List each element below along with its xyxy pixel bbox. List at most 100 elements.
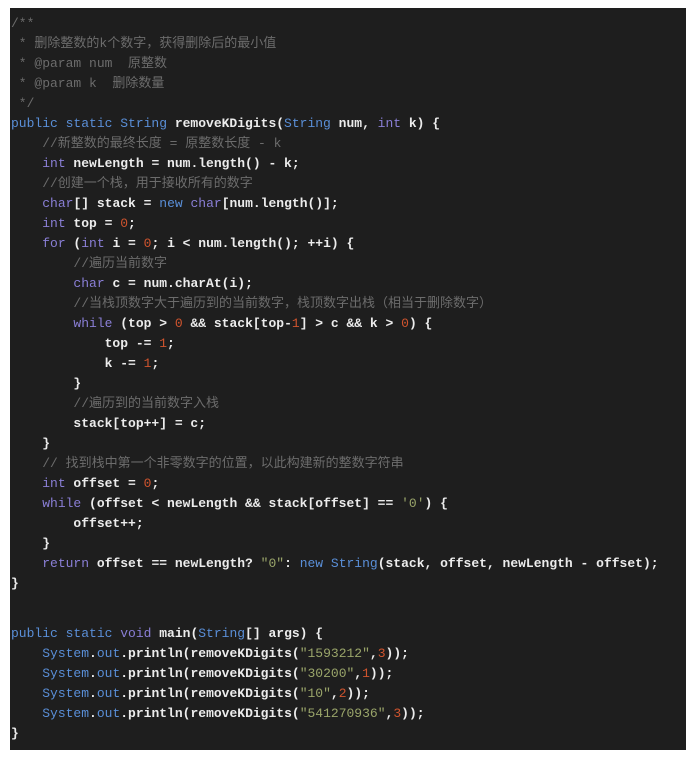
code-token: } bbox=[11, 536, 51, 551]
code-token: [] stack = bbox=[73, 196, 160, 211]
code-token: System bbox=[42, 706, 90, 721]
code-token: for bbox=[42, 236, 66, 251]
code-token: (offset < newLength && stack[offset] == bbox=[81, 496, 402, 511]
code-token: 1 bbox=[159, 336, 168, 351]
code-token: 3 bbox=[377, 646, 386, 661]
code-token: offset = bbox=[65, 476, 144, 491]
code-token: ; bbox=[128, 216, 136, 231]
code-token: /** bbox=[11, 16, 35, 31]
code-token: . bbox=[89, 706, 97, 721]
code-token: int bbox=[377, 116, 402, 131]
code-token: ; bbox=[151, 476, 160, 491]
code-token: out bbox=[96, 666, 121, 681]
code-line: k -= 1; bbox=[10, 354, 686, 374]
code-token: 0 bbox=[174, 316, 183, 331]
code-token: c = num.charAt(i); bbox=[104, 276, 253, 291]
code-token: } bbox=[11, 436, 51, 451]
code-token: main( bbox=[151, 626, 199, 641]
code-token: )); bbox=[385, 646, 409, 661]
code-line: //当栈顶数字大于遍历到的当前数字，栈顶数字出栈（相当于删除数字） bbox=[10, 294, 686, 314]
code-token: String bbox=[198, 626, 246, 641]
code-line: } bbox=[10, 534, 686, 554]
code-token: k) { bbox=[401, 116, 441, 131]
code-token: //创建一个栈，用于接收所有的数字 bbox=[11, 176, 253, 191]
code-token: //遍历当前数字 bbox=[11, 256, 168, 271]
code-token: )); bbox=[346, 686, 370, 701]
code-token: } bbox=[11, 376, 82, 391]
code-token: ] > c && k > bbox=[299, 316, 402, 331]
code-token: 3 bbox=[393, 706, 402, 721]
code-token: .println(removeKDigits( bbox=[120, 666, 300, 681]
code-line: //创建一个栈，用于接收所有的数字 bbox=[10, 174, 686, 194]
code-token: .println(removeKDigits( bbox=[120, 706, 300, 721]
code-token: .println(removeKDigits( bbox=[120, 686, 300, 701]
code-token: char bbox=[73, 276, 105, 291]
code-line: while (offset < newLength && stack[offse… bbox=[10, 494, 686, 514]
code-token: "541270936" bbox=[299, 706, 386, 721]
code-token: num, bbox=[330, 116, 378, 131]
code-line: char c = num.charAt(i); bbox=[10, 274, 686, 294]
code-line: System.out.println(removeKDigits("159321… bbox=[10, 644, 686, 664]
code-token: k -= bbox=[11, 356, 144, 371]
code-token: public static String bbox=[11, 116, 175, 131]
code-token: void bbox=[120, 626, 152, 641]
code-token: (top > bbox=[112, 316, 175, 331]
code-token: ; i < num.length(); ++i) { bbox=[151, 236, 355, 251]
code-token: )); bbox=[401, 706, 425, 721]
code-token: i = bbox=[104, 236, 144, 251]
code-token: int bbox=[42, 216, 66, 231]
code-block: /** * 删除整数的k个数字，获得删除后的最小值 * @param num 原… bbox=[10, 8, 686, 750]
code-token: newLength = num.length() - k; bbox=[65, 156, 300, 171]
code-token: [num.length()]; bbox=[221, 196, 339, 211]
code-line: //遍历到的当前数字入栈 bbox=[10, 394, 686, 414]
code-token: , bbox=[330, 686, 339, 701]
code-token: removeKDigits( bbox=[174, 116, 285, 131]
code-token: out bbox=[96, 646, 121, 661]
code-line: //新整数的最终长度 = 原整数长度 - k bbox=[10, 134, 686, 154]
code-token: ) { bbox=[424, 496, 448, 511]
code-token: )); bbox=[369, 666, 394, 681]
code-line: System.out.println(removeKDigits("30200"… bbox=[10, 664, 686, 684]
code-token: int bbox=[42, 476, 66, 491]
code-token: new bbox=[159, 196, 183, 211]
code-token: while bbox=[73, 316, 113, 331]
code-line: } bbox=[10, 374, 686, 394]
code-token: && stack[top- bbox=[182, 316, 292, 331]
code-token: return bbox=[42, 556, 90, 571]
code-token: out bbox=[96, 686, 121, 701]
code-token: * @param num 原整数 bbox=[11, 56, 168, 71]
code-token: , bbox=[369, 646, 378, 661]
code-token: public static bbox=[11, 626, 121, 641]
code-line: char[] stack = new char[num.length()]; bbox=[10, 194, 686, 214]
code-token: 1 bbox=[291, 316, 300, 331]
code-line: int offset = 0; bbox=[10, 474, 686, 494]
code-line: */ bbox=[10, 94, 686, 114]
code-token: //当栈顶数字大于遍历到的当前数字，栈顶数字出栈（相当于删除数字） bbox=[11, 296, 493, 311]
code-line: System.out.println(removeKDigits("10",2)… bbox=[10, 684, 686, 704]
code-token: ) { bbox=[408, 316, 433, 331]
code-line: /** bbox=[10, 14, 686, 34]
code-line: } bbox=[10, 574, 686, 594]
code-token: 1 bbox=[362, 666, 370, 681]
code-line: stack[top++] = c; bbox=[10, 414, 686, 434]
code-token: "10" bbox=[299, 686, 331, 701]
code-token: 0 bbox=[120, 216, 129, 231]
code-line: while (top > 0 && stack[top-1] > c && k … bbox=[10, 314, 686, 334]
code-token: } bbox=[11, 726, 19, 741]
code-token: 0 bbox=[401, 316, 409, 331]
code-line: top -= 1; bbox=[10, 334, 686, 354]
code-token: (stack, offset, newLength - offset); bbox=[377, 556, 659, 571]
code-token: '0' bbox=[401, 496, 425, 511]
code-token: . bbox=[89, 666, 97, 681]
code-token: out bbox=[96, 706, 121, 721]
